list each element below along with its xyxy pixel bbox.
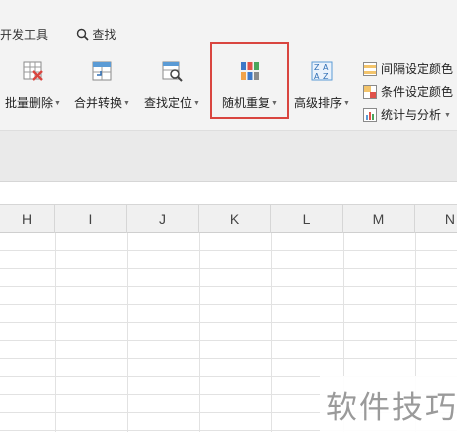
batch-delete-button[interactable]: 批量删除▼	[2, 56, 64, 120]
menu-find[interactable]: 查找	[76, 27, 116, 43]
ribbon-separator-band	[0, 130, 457, 181]
svg-text:Z: Z	[314, 63, 320, 72]
search-icon	[76, 28, 89, 41]
column-header-n[interactable]: N	[415, 205, 457, 233]
merge-convert-button[interactable]: 合并转换▼	[70, 56, 134, 120]
menu-find-label: 查找	[92, 28, 117, 42]
dropdown-caret-icon: ▼	[343, 100, 350, 107]
dropdown-caret-icon: ▼	[123, 100, 130, 107]
find-locate-button[interactable]: 查找定位▼	[140, 56, 204, 120]
svg-text:Z: Z	[323, 72, 329, 81]
watermark-text: 软件技巧	[326, 390, 457, 425]
stats-analysis-button[interactable]: 统计与分析 ▼	[363, 106, 451, 124]
striped-rows-icon	[363, 62, 377, 76]
column-headers: H I J K L M N	[0, 204, 457, 233]
menu-dev-tools[interactable]: 开发工具	[0, 27, 48, 43]
interval-color-label: 间隔设定颜色	[381, 62, 454, 76]
dropdown-caret-icon: ▼	[193, 100, 200, 107]
highlight-box	[210, 42, 289, 119]
table-search-icon	[162, 61, 183, 82]
column-header-h[interactable]: H	[0, 205, 55, 233]
watermark: 软件技巧	[320, 376, 457, 432]
merge-convert-label: 合并转换	[74, 96, 123, 110]
stats-chart-icon	[363, 108, 377, 122]
column-header-m[interactable]: M	[343, 205, 415, 233]
table-delete-icon	[23, 61, 43, 81]
dropdown-caret-icon: ▼	[442, 112, 451, 119]
column-header-i[interactable]: I	[55, 205, 127, 233]
column-header-j[interactable]: J	[127, 205, 199, 233]
batch-delete-label: 批量删除	[5, 96, 54, 110]
conditional-color-icon	[363, 85, 377, 99]
dropdown-caret-icon: ▼	[54, 100, 61, 107]
formula-bar[interactable]	[0, 181, 457, 205]
condition-color-button[interactable]: 条件设定颜色	[363, 83, 453, 101]
svg-text:A: A	[314, 72, 320, 81]
column-header-k[interactable]: K	[199, 205, 271, 233]
advanced-sort-label: 高级排序	[294, 96, 343, 110]
merge-icon	[92, 61, 112, 81]
svg-text:A: A	[323, 63, 329, 72]
find-locate-label: 查找定位	[144, 96, 193, 110]
sort-az-icon: Z A A Z	[311, 61, 333, 81]
interval-color-button[interactable]: 间隔设定颜色	[363, 60, 453, 78]
advanced-sort-button[interactable]: Z A A Z 高级排序▼	[290, 56, 354, 120]
column-header-l[interactable]: L	[271, 205, 343, 233]
stats-analysis-label: 统计与分析	[381, 108, 442, 122]
condition-color-label: 条件设定颜色	[381, 85, 454, 99]
